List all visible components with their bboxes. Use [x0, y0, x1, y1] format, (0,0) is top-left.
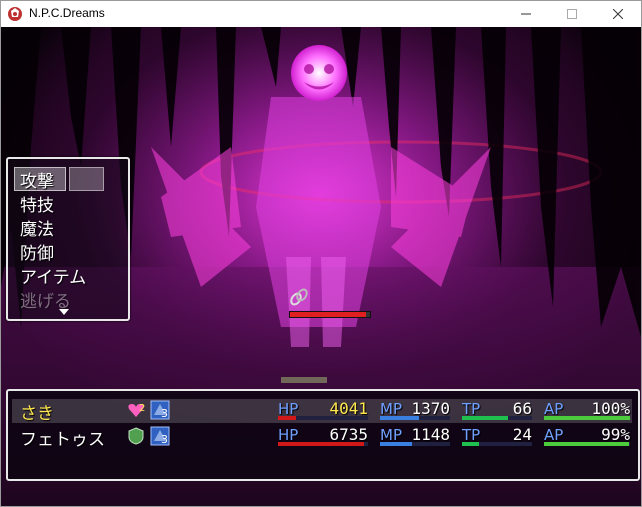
state-badge: 3 [161, 407, 168, 420]
actor-name: フェトゥス [20, 430, 105, 450]
state-badge: 3 [161, 433, 168, 446]
hp-gauge-fill [278, 416, 296, 420]
party-member-row[interactable]: フェトゥス 3 HP 6735 MP 1148 TP 24 AP 99% [12, 425, 632, 450]
agi-3-icon: 3 [150, 426, 170, 446]
party-member-row[interactable]: さき 2 3 HP 4041 MP 1370 TP 66 AP 100% [12, 399, 632, 424]
app-icon [8, 7, 22, 21]
title-bar[interactable]: N.P.C.Dreams [1, 1, 641, 27]
state-badge: 2 [139, 403, 145, 414]
menu-cursor-extension [69, 167, 104, 191]
shield-buff-icon [128, 427, 144, 445]
hp-value: 4041 [329, 399, 368, 418]
maximize-button[interactable] [549, 1, 595, 27]
minimize-icon [521, 13, 531, 15]
command-menu: 攻撃 特技 魔法 防御 アイテム 逃げる [6, 157, 130, 321]
scroll-down-icon[interactable] [59, 309, 69, 315]
tp-value: 66 [512, 399, 532, 418]
actor-name: さき [20, 404, 54, 424]
command-guard[interactable]: 防御 [20, 239, 54, 264]
ap-value: 100% [591, 399, 630, 418]
hp-value: 6735 [329, 425, 368, 444]
tp-gauge-fill [462, 442, 479, 446]
command-attack[interactable]: 攻撃 [20, 167, 54, 192]
maximize-icon [567, 9, 577, 19]
mp-value: 1370 [411, 399, 450, 418]
chain-icon [290, 288, 308, 306]
command-magic[interactable]: 魔法 [20, 215, 54, 240]
window-title: N.P.C.Dreams [29, 6, 105, 20]
heart-2-icon: 2 [128, 403, 145, 417]
close-icon [613, 9, 623, 19]
enemy-hp-gauge [289, 311, 371, 318]
enemy-hp-fill [290, 312, 366, 317]
command-item[interactable]: アイテム [20, 263, 86, 288]
command-skill[interactable]: 特技 [20, 191, 54, 216]
agi-3-icon: 3 [150, 400, 170, 420]
app-window: N.P.C.Dreams 攻撃 特技 魔法 防御 アイテム 逃げる さき 2 3… [0, 0, 642, 507]
close-button[interactable] [595, 1, 641, 27]
mp-value: 1148 [411, 425, 450, 444]
tp-value: 24 [512, 425, 532, 444]
ap-value: 99% [601, 425, 630, 444]
minimize-button[interactable] [503, 1, 549, 27]
party-status-window: さき 2 3 HP 4041 MP 1370 TP 66 AP 100% フェト… [6, 389, 640, 481]
game-canvas[interactable]: 攻撃 特技 魔法 防御 アイテム 逃げる さき 2 3 HP 4041 MP 1… [1, 27, 641, 506]
